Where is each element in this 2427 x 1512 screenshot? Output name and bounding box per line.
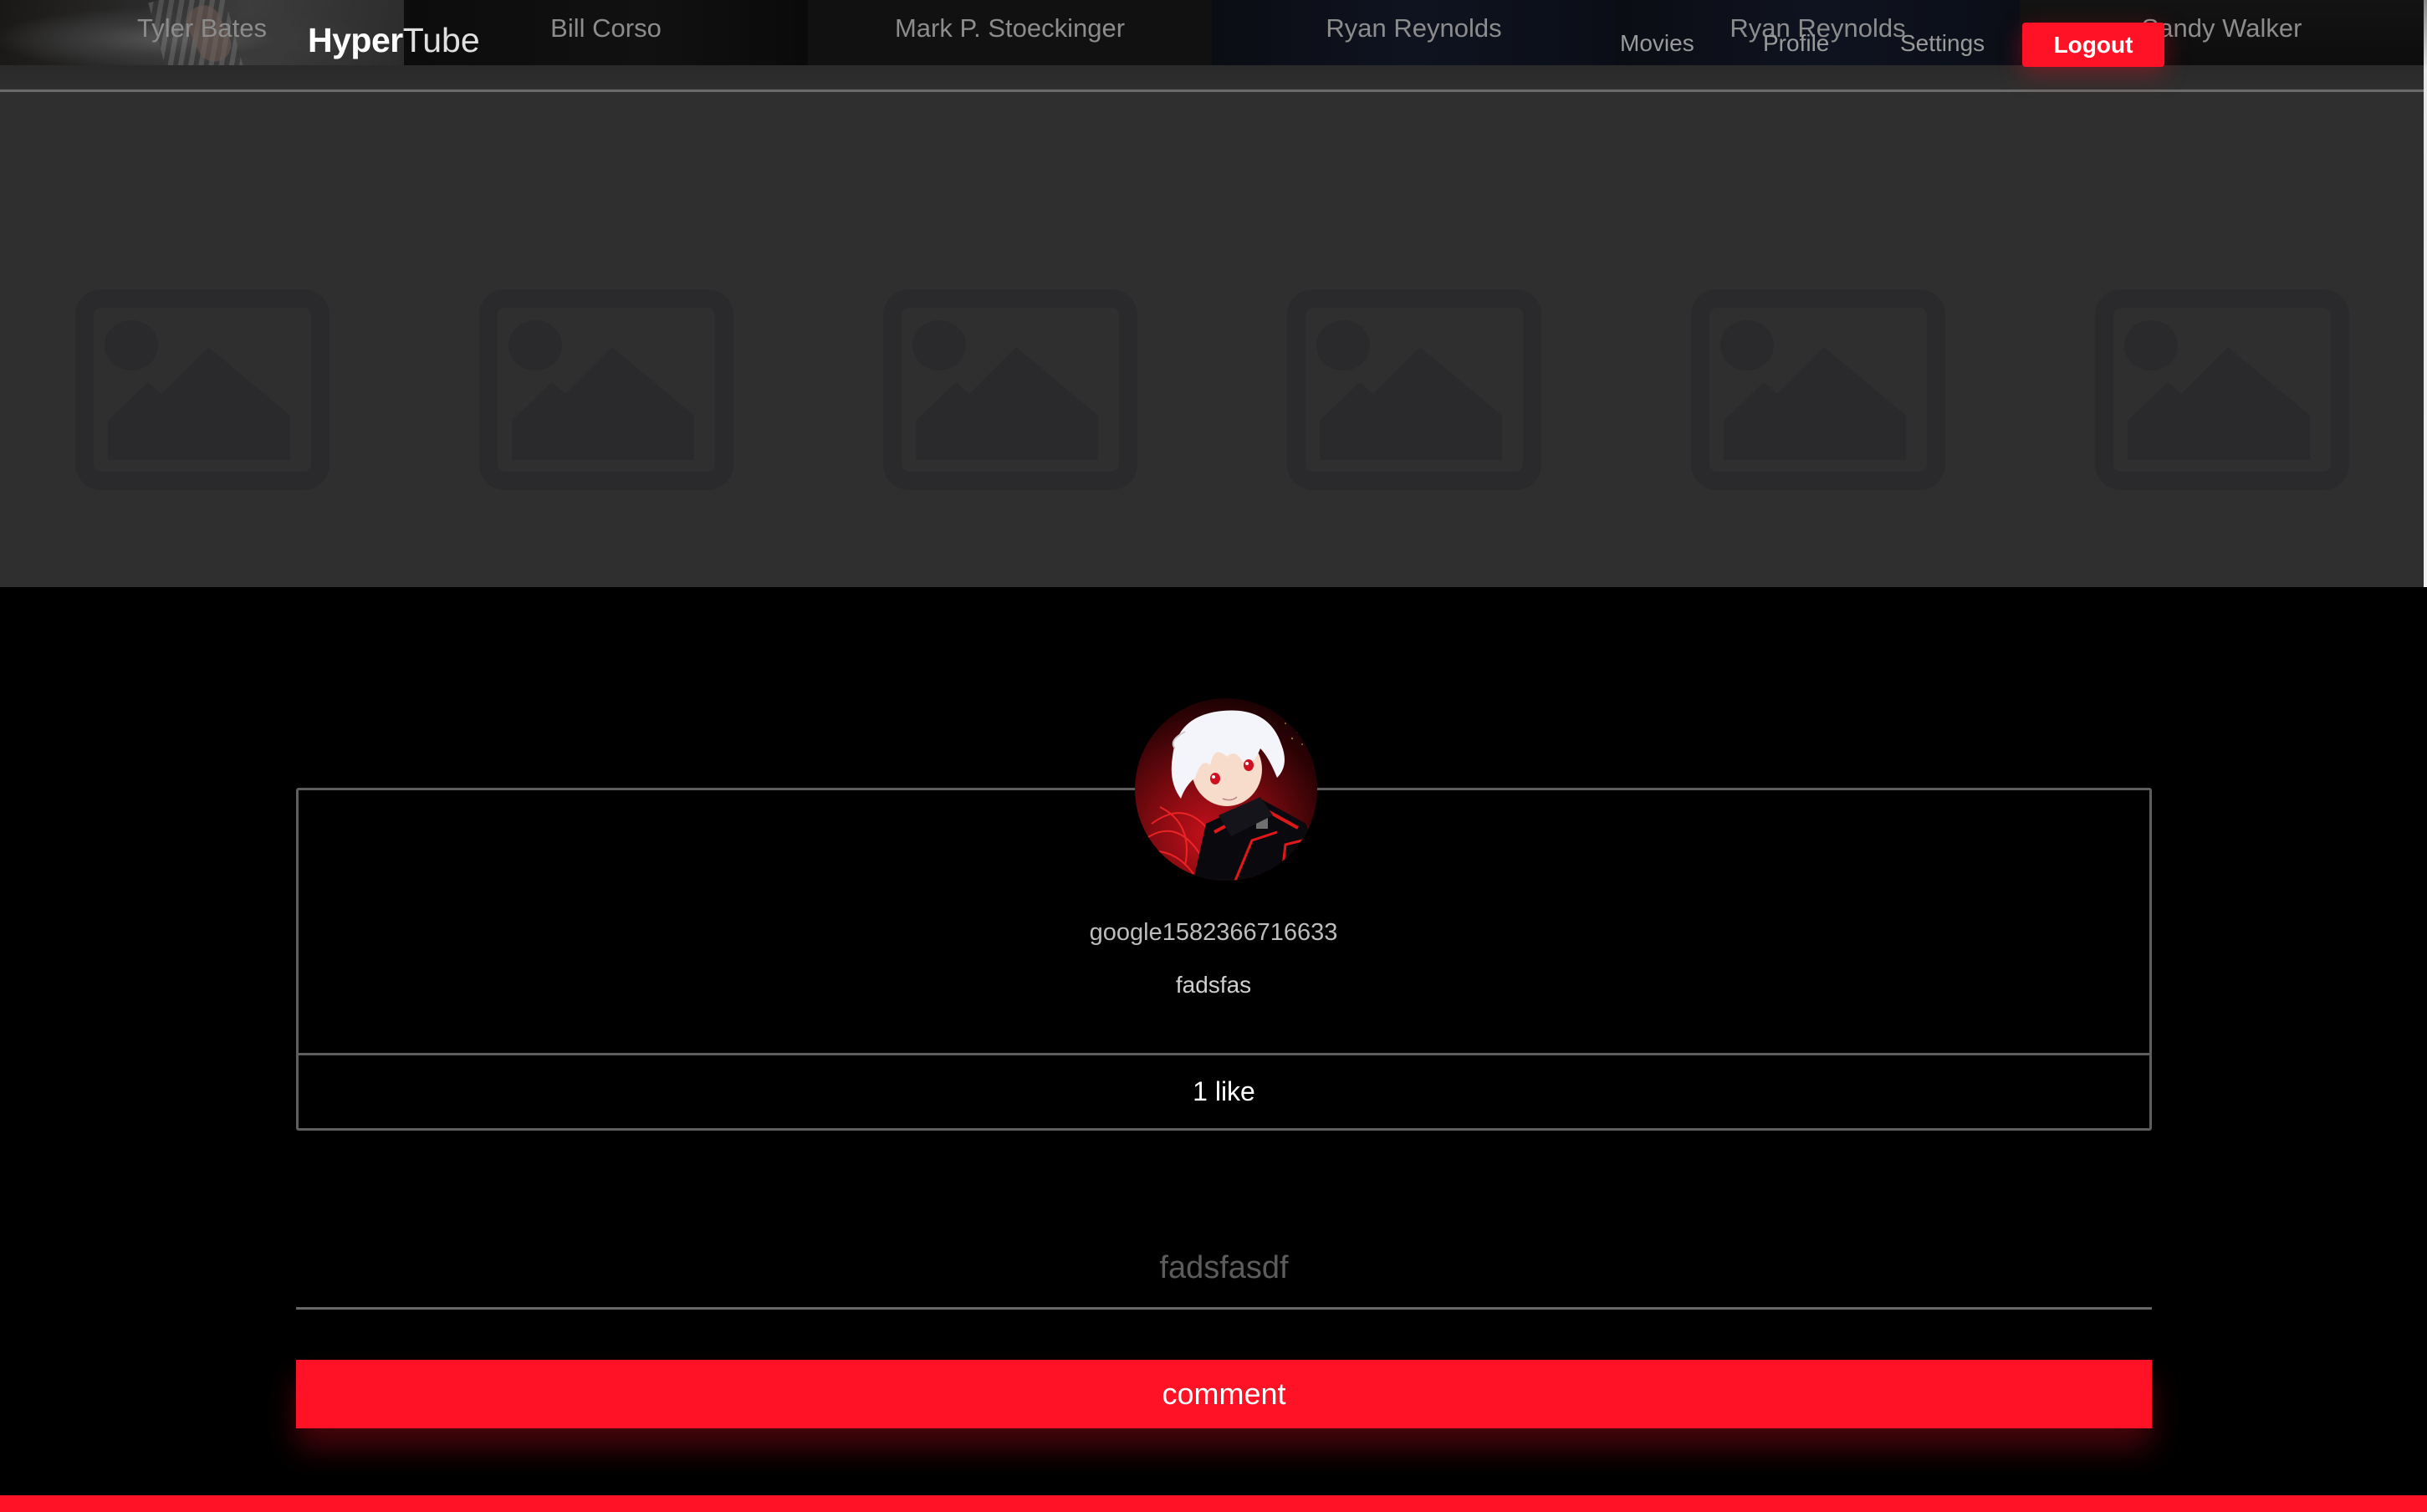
- logo[interactable]: HyperTube: [308, 23, 480, 58]
- cast-name: Mark P. Stoeckinger: [894, 13, 1126, 43]
- avatar-image: [1138, 710, 1317, 881]
- nav-settings[interactable]: Settings: [1900, 30, 1985, 57]
- footer-bar: [0, 1495, 2427, 1512]
- like-button[interactable]: 1 like: [299, 1055, 2149, 1128]
- comment-submit-button[interactable]: comment: [296, 1360, 2152, 1428]
- image-placeholder-icon: [1690, 289, 1946, 491]
- image-placeholder-icon: [2094, 289, 2350, 491]
- logout-button[interactable]: Logout: [2022, 23, 2164, 67]
- image-placeholder-icon: [74, 289, 330, 491]
- image-placeholder-icon: [1286, 289, 1542, 491]
- header-divider: [0, 89, 2424, 92]
- cast-section: Tyler Bates Bill Corso Mark P. Stoecking…: [0, 0, 2427, 587]
- comment-username[interactable]: google1582366716633: [0, 919, 2427, 947]
- logo-thin: Tube: [402, 21, 480, 59]
- image-placeholder-icon: [478, 289, 734, 491]
- scrollbar[interactable]: [2424, 0, 2427, 587]
- user-avatar[interactable]: [1135, 698, 1317, 881]
- image-placeholder-icon: [882, 289, 1138, 491]
- comment-input[interactable]: [296, 1229, 2152, 1310]
- header-shadow: [0, 65, 2424, 90]
- comment-text: fadsfas: [1175, 972, 1252, 998]
- logo-bold: Hyper: [308, 21, 403, 59]
- cast-name: Ryan Reynolds: [1326, 13, 1502, 43]
- nav-profile[interactable]: Profile: [1763, 30, 1829, 57]
- nav-movies[interactable]: Movies: [1620, 30, 1694, 57]
